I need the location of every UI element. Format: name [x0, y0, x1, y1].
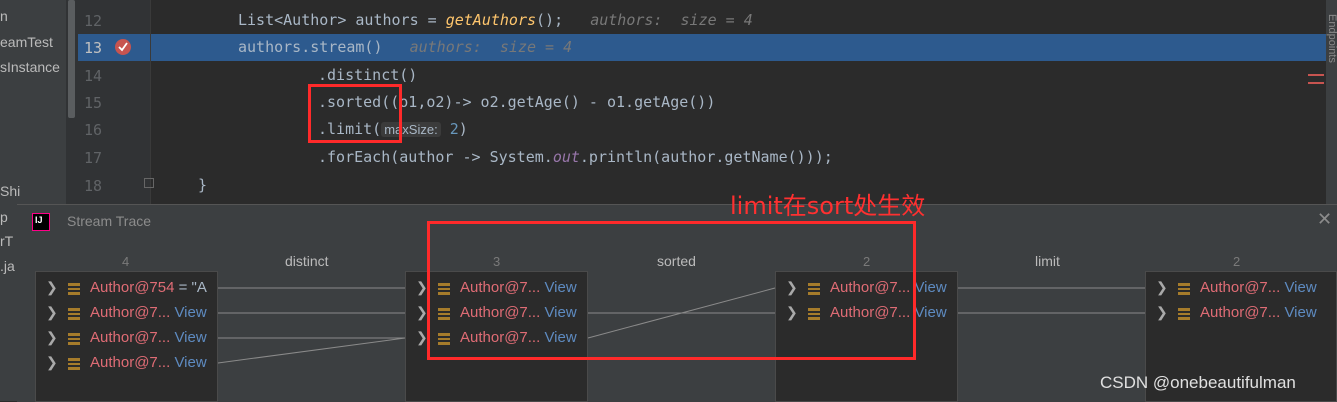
- right-tool-strip: Endpoints: [1326, 0, 1337, 208]
- code-token: getAuthors: [445, 11, 537, 29]
- watermark: CSDN @onebeautifulman: [1100, 373, 1296, 392]
- line-number: 13: [83, 39, 102, 57]
- error-stripe-mark[interactable]: [1308, 74, 1324, 76]
- tree-item[interactable]: p: [0, 209, 8, 225]
- error-stripe-mark[interactable]: [1308, 82, 1324, 84]
- code-token: authors: size = 4: [563, 11, 753, 29]
- annotation-box-trace: [427, 221, 916, 360]
- mapping-line: [217, 337, 406, 364]
- code-token: List<Author> authors =: [238, 11, 446, 29]
- code-token: .distinct(): [318, 66, 418, 84]
- code-token: ();: [536, 11, 564, 29]
- fold-icon[interactable]: [144, 178, 154, 188]
- code-token: }: [198, 176, 208, 194]
- tree-item[interactable]: rT: [0, 233, 13, 249]
- line-number: 12: [83, 12, 102, 30]
- line-number: 14: [83, 67, 102, 85]
- code-token: ): [458, 120, 468, 138]
- code-token: authors: size = 4: [382, 38, 573, 56]
- line-number: 16: [83, 121, 102, 139]
- breakpoint-icon[interactable]: [115, 39, 131, 55]
- code-line[interactable]: .distinct(): [318, 66, 417, 84]
- endpoints-tab[interactable]: Endpoints: [1326, 14, 1337, 63]
- code-token: .forEach(author -> System.: [318, 148, 553, 166]
- line-number: 18: [83, 177, 102, 195]
- line-number: 15: [83, 94, 102, 112]
- line-number: 17: [83, 149, 102, 167]
- code-token: out: [552, 148, 580, 166]
- tree-item[interactable]: .ja: [0, 258, 15, 274]
- code-line[interactable]: }: [198, 176, 207, 194]
- gutter-separator: [150, 0, 151, 208]
- code-line[interactable]: List<Author> authors = getAuthors(); aut…: [238, 11, 753, 29]
- annotation-box-code: [308, 84, 402, 143]
- code-token: authors.stream(): [238, 38, 383, 56]
- code-token: .println(author.getName()));: [579, 148, 833, 166]
- annotation-text: limit在sort处生效: [730, 192, 926, 220]
- code-line[interactable]: authors.stream() authors: size = 4: [238, 38, 572, 56]
- code-token: 2: [440, 120, 459, 138]
- code-line[interactable]: .forEach(author -> System.out.println(au…: [318, 148, 833, 166]
